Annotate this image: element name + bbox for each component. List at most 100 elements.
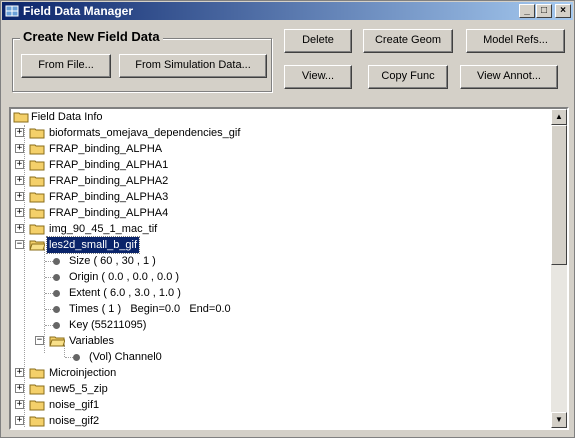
- folder-icon: [29, 400, 45, 411]
- expand-icon[interactable]: +: [15, 128, 24, 137]
- expand-icon[interactable]: +: [15, 160, 24, 169]
- expand-icon[interactable]: +: [15, 192, 24, 201]
- tree-item[interactable]: + FRAP_binding_ALPHA4: [11, 205, 551, 221]
- tree-root-label: Field Data Info: [31, 111, 103, 123]
- detail-label: Key (55211095): [69, 319, 147, 331]
- tree-item-label: img_90_45_1_mac_tif: [49, 223, 158, 235]
- create-field-data-title: Create New Field Data: [20, 29, 163, 45]
- tree-item[interactable]: + Microinjection: [11, 365, 551, 381]
- folder-open-icon: [29, 240, 45, 251]
- vertical-scrollbar[interactable]: ▲ ▼: [551, 109, 567, 428]
- tree-item[interactable]: + FRAP_binding_ALPHA3: [11, 189, 551, 205]
- field-data-tree[interactable]: Field Data Info + bioformats_omejava_dep…: [9, 107, 569, 430]
- delete-button[interactable]: Delete: [284, 29, 352, 53]
- tree-item-label: noise_gif1: [49, 399, 100, 411]
- folder-icon: [29, 192, 45, 203]
- tree-item-selected[interactable]: − les2d_small_b_gif: [11, 236, 551, 254]
- tree-item[interactable]: + img_90_45_1_mac_tif: [11, 221, 551, 237]
- tree-content: Field Data Info + bioformats_omejava_dep…: [11, 109, 551, 428]
- tree-root[interactable]: Field Data Info: [11, 109, 551, 125]
- folder-open-icon: [49, 336, 65, 347]
- variable-label: (Vol) Channel0: [89, 351, 162, 363]
- folder-icon: [29, 176, 45, 187]
- detail-label: Times ( 1 ) Begin=0.0 End=0.0: [69, 303, 231, 315]
- bullet-icon: [53, 306, 60, 313]
- field-data-app-icon: [5, 5, 19, 17]
- tree-item[interactable]: + FRAP_binding_ALPHA1: [11, 157, 551, 173]
- tree-connector: [65, 357, 73, 358]
- from-file-button[interactable]: From File...: [21, 54, 111, 78]
- tree-item-label: FRAP_binding_ALPHA: [49, 143, 163, 155]
- expand-icon[interactable]: +: [15, 368, 24, 377]
- copy-func-button[interactable]: Copy Func: [368, 65, 448, 89]
- folder-icon: [13, 112, 29, 123]
- tree-connector: [45, 309, 53, 310]
- field-data-manager-window: Field Data Manager _ □ × Create New Fiel…: [0, 0, 575, 438]
- tree-item[interactable]: + noise_gif1: [11, 397, 551, 413]
- model-refs-button[interactable]: Model Refs...: [466, 29, 565, 53]
- tree-item[interactable]: + FRAP_binding_ALPHA2: [11, 173, 551, 189]
- bullet-icon: [53, 274, 60, 281]
- tree-connector: [45, 325, 53, 326]
- tree-item-label: new5_5_zip: [49, 383, 108, 395]
- window-title: Field Data Manager: [23, 4, 134, 18]
- close-button[interactable]: ×: [555, 4, 571, 18]
- detail-row[interactable]: Times ( 1 ) Begin=0.0 End=0.0: [11, 301, 551, 317]
- folder-icon: [29, 208, 45, 219]
- detail-row[interactable]: Key (55211095): [11, 317, 551, 333]
- expand-icon[interactable]: +: [15, 224, 24, 233]
- maximize-button[interactable]: □: [536, 4, 552, 18]
- detail-label: Origin ( 0.0 , 0.0 , 0.0 ): [69, 271, 180, 283]
- folder-icon: [29, 160, 45, 171]
- tree-item[interactable]: + bioformats_omejava_dependencies_gif: [11, 125, 551, 141]
- folder-icon: [29, 144, 45, 155]
- title-bar[interactable]: Field Data Manager _ □ ×: [2, 2, 573, 20]
- detail-row[interactable]: Size ( 60 , 30 , 1 ): [11, 253, 551, 269]
- expand-icon[interactable]: +: [15, 176, 24, 185]
- detail-row[interactable]: Origin ( 0.0 , 0.0 , 0.0 ): [11, 269, 551, 285]
- tree-item[interactable]: + FRAP_binding_ALPHA: [11, 141, 551, 157]
- expand-icon[interactable]: +: [15, 208, 24, 217]
- variable-row[interactable]: (Vol) Channel0: [11, 349, 551, 365]
- tree-connector: [45, 293, 53, 294]
- view-button[interactable]: View...: [284, 65, 352, 89]
- tree-connector: [45, 261, 53, 262]
- folder-icon: [29, 224, 45, 235]
- tree-item-label: FRAP_binding_ALPHA4: [49, 207, 169, 219]
- bullet-icon: [53, 258, 60, 265]
- expand-icon[interactable]: +: [15, 144, 24, 153]
- scroll-down-icon[interactable]: ▼: [551, 412, 567, 428]
- expand-icon[interactable]: +: [15, 416, 24, 425]
- tree-item-label: FRAP_binding_ALPHA3: [49, 191, 169, 203]
- view-annot-button[interactable]: View Annot...: [460, 65, 558, 89]
- folder-icon: [29, 384, 45, 395]
- tree-item-label: bioformats_omejava_dependencies_gif: [49, 127, 241, 139]
- collapse-icon[interactable]: −: [15, 240, 24, 249]
- bullet-icon: [53, 290, 60, 297]
- folder-icon: [29, 368, 45, 379]
- bullet-icon: [53, 322, 60, 329]
- detail-row[interactable]: Extent ( 6.0 , 3.0 , 1.0 ): [11, 285, 551, 301]
- bullet-icon: [73, 354, 80, 361]
- scroll-up-icon[interactable]: ▲: [551, 109, 567, 125]
- folder-icon: [29, 128, 45, 139]
- expand-icon[interactable]: +: [15, 400, 24, 409]
- collapse-icon[interactable]: −: [35, 336, 44, 345]
- variables-node[interactable]: − Variables: [11, 333, 551, 349]
- tree-item-label: FRAP_binding_ALPHA1: [49, 159, 169, 171]
- tree-item-label: noise_gif2: [49, 415, 100, 427]
- tree-connector: [45, 277, 53, 278]
- folder-icon: [29, 416, 45, 427]
- tree-item-label: FRAP_binding_ALPHA2: [49, 175, 169, 187]
- variables-label: Variables: [69, 335, 115, 347]
- selected-item-label: les2d_small_b_gif: [45, 236, 141, 254]
- from-simulation-data-button[interactable]: From Simulation Data...: [119, 54, 267, 78]
- tree-item-label: Microinjection: [49, 367, 117, 379]
- detail-label: Extent ( 6.0 , 3.0 , 1.0 ): [69, 287, 181, 299]
- tree-item[interactable]: + noise_gif2: [11, 413, 551, 428]
- minimize-button[interactable]: _: [519, 4, 535, 18]
- tree-item[interactable]: + new5_5_zip: [11, 381, 551, 397]
- expand-icon[interactable]: +: [15, 384, 24, 393]
- create-geom-button[interactable]: Create Geom: [363, 29, 453, 53]
- scroll-thumb[interactable]: [551, 125, 567, 265]
